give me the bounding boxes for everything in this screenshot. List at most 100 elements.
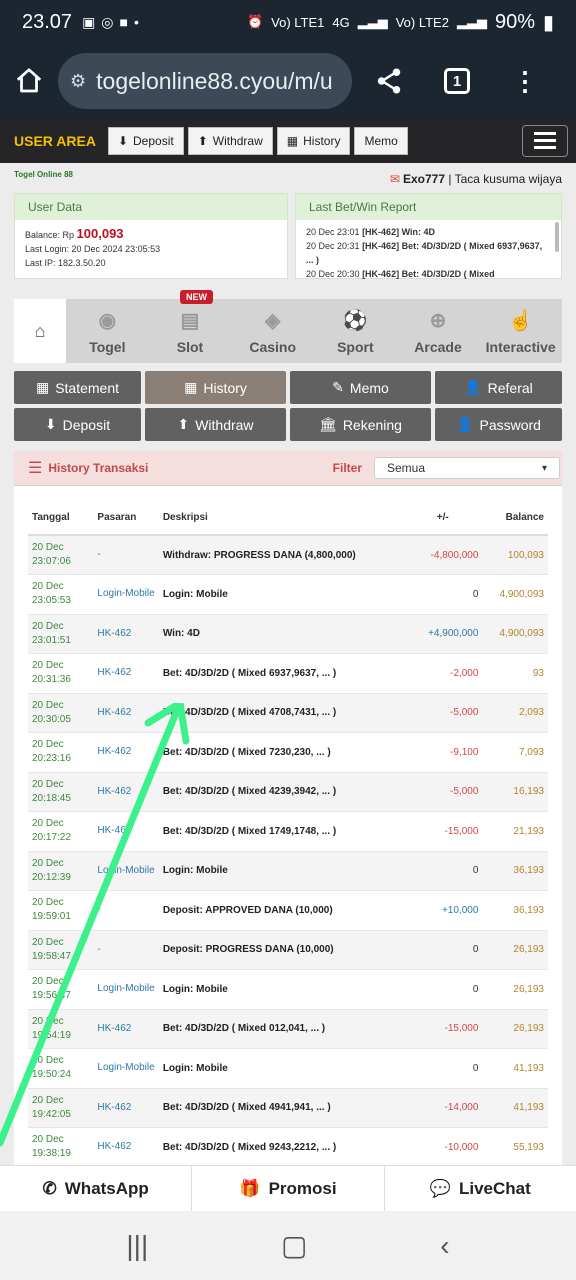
row-market: HK-462: [93, 772, 159, 812]
table-row[interactable]: 20 Dec 20:12:39 Login-Mobile Login: Mobile 0…: [28, 851, 548, 891]
tabs-count-button[interactable]: 1: [444, 68, 470, 94]
casino-icon: ◈: [264, 310, 281, 332]
user-icon: 👤: [456, 416, 474, 432]
referal-label: Referal: [487, 379, 533, 396]
last-bet-scrollbar[interactable]: [555, 222, 559, 252]
tab-sport[interactable]: ⚽ Sport: [314, 299, 397, 363]
promosi-label: Promosi: [268, 1178, 337, 1198]
system-icons: ⏰ Vo) LTE1 4G ▂▃▅ Vo) LTE2 ▂▃▅ 90% ▮: [247, 10, 554, 35]
last-bet-list[interactable]: 20 Dec 23:01 [HK-462] Win: 4D 20 Dec 20:…: [296, 220, 561, 280]
row-amount: 0: [403, 574, 483, 615]
last-bet-text: [HK-462] Win: 4D: [362, 227, 435, 237]
recent-apps-icon[interactable]: |||: [126, 1230, 148, 1262]
statement-label: Statement: [55, 379, 120, 396]
gift-icon: 🎁: [239, 1178, 261, 1198]
row-market: HK-462: [93, 653, 159, 694]
mail-icon[interactable]: ✉: [390, 172, 400, 186]
tab-sport-label: Sport: [337, 339, 374, 355]
filter-value: Semua: [387, 461, 426, 475]
tab-slot-label: Slot: [176, 339, 204, 355]
site-settings-icon[interactable]: ⚙: [70, 71, 86, 92]
user-data-card: User Data Balance: Rp 100,093 Last Login…: [14, 193, 288, 279]
col-balance[interactable]: Balance: [482, 501, 548, 536]
password-label: Password: [479, 416, 541, 433]
table-row[interactable]: 20 Dec 23:05:53 Login-Mobile Login: Mobile 0…: [28, 574, 548, 615]
tab-casino[interactable]: ◈ Casino: [231, 299, 314, 363]
row-market: HK-462: [93, 693, 159, 733]
row-date: 20 Dec 19:50:24: [28, 1048, 94, 1089]
row-description: Login: Mobile: [158, 1048, 404, 1089]
row-amount: -4,800,000: [403, 535, 483, 575]
status-bar: 23.07 ▣ ◎ ■ • ⏰ Vo) LTE1 4G ▂▃▅ Vo) LTE2…: [0, 0, 576, 44]
more-menu-icon[interactable]: ⋮: [512, 66, 538, 97]
home-icon[interactable]: [14, 66, 44, 96]
col-tanggal[interactable]: Tanggal: [28, 501, 94, 536]
deposit-top-button[interactable]: ⬇ Deposit: [107, 126, 184, 155]
gallery-icon: ▣: [82, 13, 96, 30]
row-market: HK-462: [93, 1127, 159, 1165]
filter-select[interactable]: Semua ▾: [374, 457, 560, 479]
memo-top-button[interactable]: Memo: [354, 126, 408, 155]
home-nav-icon[interactable]: ▢: [281, 1229, 307, 1262]
deposit-button[interactable]: ⬇ Deposit: [14, 408, 141, 441]
tab-arcade[interactable]: ⊕ Arcade: [397, 299, 480, 363]
history-header: ☰ History Transaksi Filter Semua ▾: [14, 451, 562, 486]
livechat-label: LiveChat: [459, 1178, 531, 1198]
row-date-day: 20 Dec: [32, 1134, 64, 1146]
hamburger-menu-icon[interactable]: [522, 124, 568, 157]
last-bet-time: 20 Dec 20:30: [306, 269, 360, 279]
row-amount: -15,000: [403, 811, 483, 852]
row-market: -: [93, 930, 159, 970]
memo-button[interactable]: ✎ Memo: [290, 371, 431, 404]
col-pasaran[interactable]: Pasaran: [93, 501, 159, 536]
address-bar[interactable]: ⚙ togelonline88.cyou/m/u: [58, 53, 352, 109]
table-row[interactable]: 20 Dec 20:18:45 HK-462 Bet: 4D/3D/2D ( Mixe…: [28, 772, 548, 812]
user-data-header: User Data: [15, 194, 287, 220]
share-icon[interactable]: [374, 66, 404, 96]
table-row[interactable]: 20 Dec 20:30:05 HK-462 Bet: 4D/3D/2D ( Mixe…: [28, 693, 548, 733]
history-button[interactable]: ▦ History: [145, 371, 286, 404]
password-button[interactable]: 👤 Password: [435, 408, 562, 441]
table-row[interactable]: 20 Dec 23:01:51 HK-462 Win: 4D +4,900,000 4,9…: [28, 614, 548, 654]
row-date-day: 20 Dec: [32, 660, 64, 672]
slot-icon: ▤: [180, 310, 200, 332]
table-row[interactable]: 20 Dec 20:31:36 HK-462 Bet: 4D/3D/2D ( Mixe…: [28, 653, 548, 694]
whatsapp-icon: ◎: [101, 13, 114, 30]
tab-slot[interactable]: NEW ▤ Slot: [149, 290, 232, 363]
withdraw-button[interactable]: ⬆ Withdraw: [145, 408, 286, 441]
row-description: Bet: 4D/3D/2D ( Mixed 6937,9637, ... ): [158, 653, 404, 694]
table-row[interactable]: 20 Dec 19:50:24 Login-Mobile Login: Mobile 0…: [28, 1048, 548, 1089]
alarm-icon: ⏰: [246, 14, 264, 29]
withdraw-top-button[interactable]: ⬆ Withdraw: [187, 126, 273, 155]
statement-button[interactable]: ▦ Statement: [14, 371, 141, 404]
table-row[interactable]: 20 Dec 19:54:19 HK-462 Bet: 4D/3D/2D ( Mixe…: [28, 1009, 548, 1049]
table-row[interactable]: 20 Dec 19:59:01 - Deposit: APPROVED DANA (1…: [28, 890, 548, 931]
history-top-button[interactable]: ▦ History: [276, 126, 351, 155]
table-row[interactable]: 20 Dec 23:07:06 - Withdraw: PROGRESS DANA (…: [28, 535, 548, 575]
tab-togel[interactable]: ◉ Togel: [66, 299, 149, 363]
row-date: 20 Dec 19:42:05: [28, 1088, 94, 1128]
table-row[interactable]: 20 Dec 20:23:16 HK-462 Bet: 4D/3D/2D ( Mixe…: [28, 732, 548, 773]
col-deskripsi[interactable]: Deskripsi: [158, 501, 404, 536]
table-row[interactable]: 20 Dec 19:42:05 HK-462 Bet: 4D/3D/2D ( Mixe…: [28, 1088, 548, 1128]
memo-top-label: Memo: [364, 133, 398, 148]
table-row[interactable]: 20 Dec 20:17:22 HK-462 Bet: 4D/3D/2D ( Mixe…: [28, 811, 548, 852]
table-row[interactable]: 20 Dec 19:58:47 - Deposit: PROGRESS DANA (1…: [28, 930, 548, 970]
livechat-button[interactable]: 💬 LiveChat: [385, 1166, 576, 1211]
row-date-time: 19:50:24: [32, 1069, 71, 1081]
promosi-button[interactable]: 🎁 Promosi: [192, 1166, 385, 1211]
whatsapp-button[interactable]: ✆ WhatsApp: [0, 1166, 193, 1211]
back-icon[interactable]: ‹: [440, 1230, 449, 1262]
table-row[interactable]: 20 Dec 19:38:19 HK-462 Bet: 4D/3D/2D ( Mixe…: [28, 1127, 548, 1165]
signal-icon: ▂▃▅: [357, 14, 388, 29]
rekening-button[interactable]: 🏛 Rekening: [290, 408, 431, 441]
site-logo[interactable]: Togel Online 88: [14, 170, 73, 179]
last-bet-text: [HK-462] Bet: 4D/3D/2D ( Mixed: [362, 269, 495, 279]
tab-interactive[interactable]: ☝ Interactive: [479, 299, 562, 363]
history-top-label: History: [303, 133, 341, 148]
tab-home[interactable]: ⌂: [14, 299, 66, 363]
col-amount[interactable]: +/-: [403, 501, 483, 536]
tab-togel-label: Togel: [89, 339, 126, 355]
table-row[interactable]: 20 Dec 19:56:47 Login-Mobile Login: Mobile 0…: [28, 969, 548, 1010]
referal-button[interactable]: 👤 Referal: [435, 371, 562, 404]
